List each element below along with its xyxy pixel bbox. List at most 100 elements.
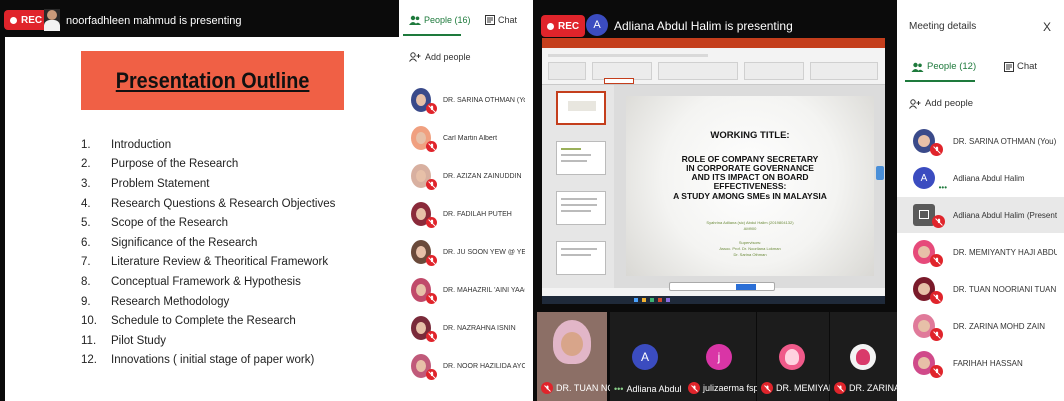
speaking-dots-icon: ••• xyxy=(938,183,947,192)
slide-thumbnail[interactable] xyxy=(556,191,606,225)
muted-mic-icon xyxy=(761,382,773,394)
add-people-button[interactable]: Add people xyxy=(909,98,973,109)
participant-name: DR. MEMIYANTY HAJI ABDUL ... xyxy=(953,247,1057,257)
close-button[interactable]: X xyxy=(1043,20,1051,34)
slide-thumbnail[interactable] xyxy=(556,241,606,275)
participant-name: DR. AZIZAN ZAINUDDIN xyxy=(443,172,522,180)
outline-list: 1. Introduction 2. Purpose of the Research… xyxy=(81,135,391,370)
chat-icon xyxy=(1004,61,1014,72)
ppt-ribbon xyxy=(542,48,885,85)
record-dot-icon xyxy=(547,22,554,30)
outline-item: 12. Innovations ( initial stage of paper … xyxy=(81,354,315,367)
tab-chat[interactable]: Chat xyxy=(485,15,517,25)
add-person-icon xyxy=(409,52,421,62)
participant-row[interactable]: DR. MAHAZRIL 'AINI YAACOB xyxy=(411,275,525,305)
active-tab-underline xyxy=(403,34,461,36)
muted-mic-icon xyxy=(426,331,437,342)
outline-item: 2. Purpose of the Research xyxy=(81,158,239,171)
participant-name: DR. SARINA OTHMAN (You) xyxy=(953,136,1057,146)
muted-mic-icon xyxy=(426,293,437,304)
outline-item: 5. Scope of the Research xyxy=(81,217,228,230)
avatar xyxy=(850,344,876,370)
video-tile[interactable]: DR. ZARINA M... xyxy=(830,312,917,401)
video-tile[interactable]: DR. MEMIYAN... xyxy=(757,312,843,401)
tab-people[interactable]: People (12) xyxy=(911,61,976,72)
people-icon xyxy=(409,15,421,25)
participant-row[interactable]: DR. JU SOON YEW @ YEW SO... xyxy=(411,237,525,267)
participant-row[interactable]: DR. NOOR HAZILIDA AYOB xyxy=(411,351,525,381)
participant-name: DR. TUAN NOORIANI TUAN IS... xyxy=(953,284,1057,294)
ppt-current-slide: WORKING TITLE: ROLE OF COMPANY SECRETARY… xyxy=(626,96,874,276)
recording-badge: REC xyxy=(4,10,49,30)
muted-mic-icon xyxy=(426,255,437,266)
slide-thumbnail[interactable] xyxy=(556,91,606,125)
slide-working-title: WORKING TITLE: xyxy=(710,130,790,141)
slide-thumbnail[interactable] xyxy=(556,141,606,175)
avatar xyxy=(411,240,437,266)
avatar: j xyxy=(706,344,732,370)
scroll-handle[interactable] xyxy=(876,166,884,180)
muted-mic-icon xyxy=(688,382,700,394)
stop-sharing-button[interactable] xyxy=(736,284,756,290)
video-tile[interactable]: j julizaerma fsp... xyxy=(684,312,766,401)
avatar xyxy=(411,278,437,304)
outline-item: 6. Significance of the Research xyxy=(81,236,258,249)
slide-supervisors-label: Supervisors: xyxy=(738,240,762,245)
avatar xyxy=(913,129,943,156)
video-tile[interactable]: DR. TUAN NO... xyxy=(537,312,622,401)
avatar xyxy=(411,202,437,228)
add-people-button[interactable]: Add people xyxy=(409,52,471,62)
slide-title-line: EFFECTIVENESS: xyxy=(713,181,787,191)
muted-mic-icon xyxy=(426,217,437,228)
people-icon xyxy=(911,62,924,72)
avatar: A xyxy=(632,344,658,370)
avatar xyxy=(779,344,805,370)
participant-row[interactable]: DR. ZARINA MOHD ZAIN xyxy=(897,308,1064,344)
participant-row[interactable]: DR. NAZRAHNA ISNIN xyxy=(411,313,525,343)
participant-name: DR. NOOR HAZILIDA AYOB xyxy=(443,362,525,370)
participant-name: DR. ZARINA MOHD ZAIN xyxy=(953,321,1046,331)
participant-row[interactable]: DR. SARINA OTHMAN (You) xyxy=(411,85,525,115)
active-tab-underline xyxy=(905,80,975,82)
participant-name: Adliana Abdul Halim (Presenta... xyxy=(953,210,1057,220)
record-dot-icon xyxy=(10,16,17,24)
participant-name: Adliana Abdul Halim xyxy=(953,173,1025,183)
muted-mic-icon xyxy=(426,369,437,380)
muted-mic-icon xyxy=(834,382,846,394)
participant-row[interactable]: A ••• Adliana Abdul Halim xyxy=(897,160,1064,196)
shared-slide: Presentation Outline 1. Introduction 2. Pu… xyxy=(5,37,399,401)
outline-item: 3. Problem Statement xyxy=(81,177,210,190)
muted-mic-icon xyxy=(932,215,945,228)
panel-title: Meeting details xyxy=(909,21,977,32)
chat-icon xyxy=(485,15,495,25)
participant-row[interactable]: DR. AZIZAN ZAINUDDIN xyxy=(411,161,525,191)
outline-item: 4. Research Questions & Research Objectiv… xyxy=(81,197,336,210)
rec-label: REC xyxy=(558,20,580,32)
participant-name: Carl Martin Albert xyxy=(443,134,498,142)
tab-chat[interactable]: Chat xyxy=(1004,61,1037,72)
participant-row[interactable]: DR. SARINA OTHMAN (You) xyxy=(897,123,1064,159)
participant-row[interactable]: Adliana Abdul Halim (Presenta... xyxy=(897,197,1064,233)
left-participants-panel: People (16) Chat Add people DR. SARINA O… xyxy=(399,0,527,401)
avatar xyxy=(913,351,943,378)
muted-mic-icon xyxy=(426,103,437,114)
avatar xyxy=(913,277,943,304)
video-tile[interactable]: A ••• Adliana Abdul ... xyxy=(610,312,692,401)
recording-badge: REC xyxy=(541,15,586,37)
ppt-title-bar xyxy=(542,38,885,48)
participant-row[interactable]: DR. MEMIYANTY HAJI ABDUL ... xyxy=(897,234,1064,270)
participant-name: DR. MAHAZRIL 'AINI YAACOB xyxy=(443,286,525,294)
tab-people[interactable]: People (16) xyxy=(409,15,471,25)
participant-row[interactable]: Carl Martin Albert xyxy=(411,123,525,153)
slide-title-line: A STUDY AMONG SMEs IN MALAYSIA xyxy=(673,191,827,201)
presenter-text: Adliana Abdul Halim is presenting xyxy=(614,19,793,33)
add-person-icon xyxy=(909,98,921,109)
muted-mic-icon xyxy=(426,179,437,190)
participant-row[interactable]: FARIHAH HASSAN xyxy=(897,345,1064,381)
participant-row[interactable]: DR. FADILAH PUTEH xyxy=(411,199,525,229)
presenter-avatar: A xyxy=(586,14,608,36)
muted-mic-icon xyxy=(426,141,437,152)
participant-row[interactable]: DR. TUAN NOORIANI TUAN IS... xyxy=(897,271,1064,307)
outline-item: 7. Literature Review & Theoritical Framew… xyxy=(81,256,329,269)
screen-share-icon xyxy=(913,204,945,228)
